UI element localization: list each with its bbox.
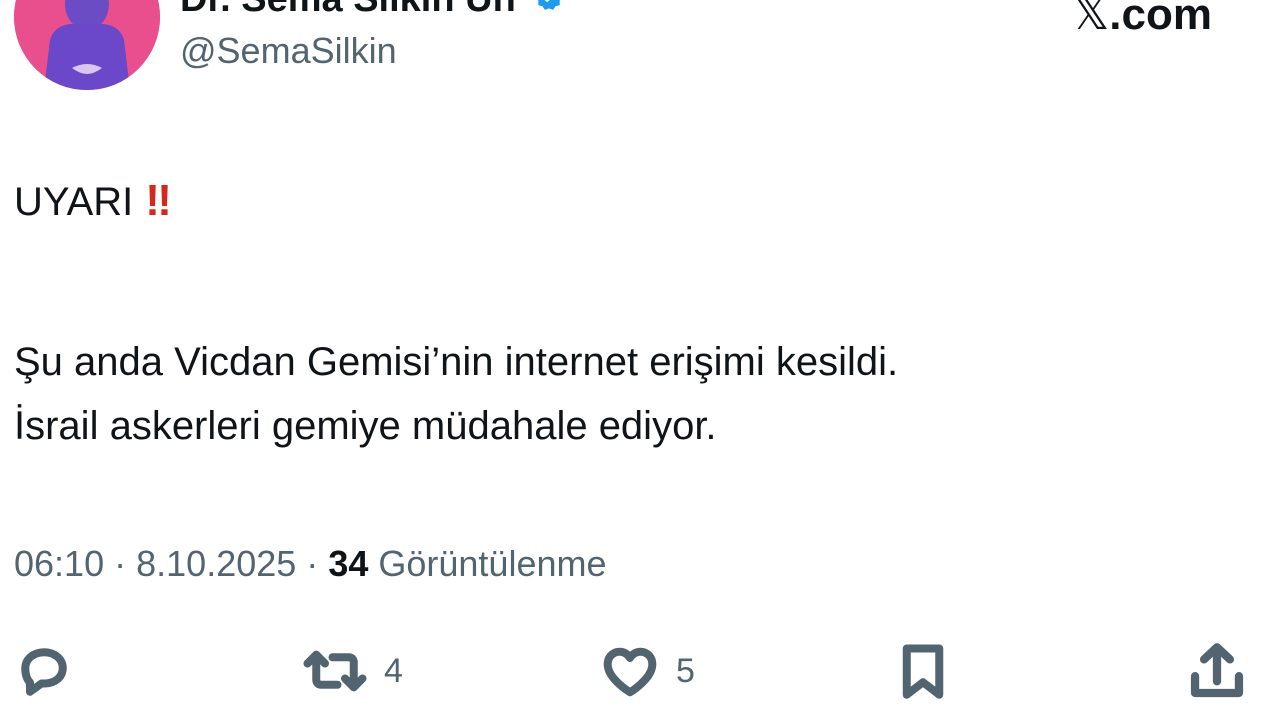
bookmark-icon — [902, 644, 944, 699]
tweet-warning-line: UYARI ‼ — [14, 176, 172, 226]
x-com-brand: 𝕏.com — [1072, 0, 1212, 40]
views-label: Görüntülenme — [378, 543, 607, 584]
verified-badge-icon — [532, 0, 566, 23]
share-icon — [1190, 643, 1244, 698]
tweet-text: Şu anda Vicdan Gemisi’nin internet erişi… — [14, 330, 1264, 458]
retweet-count: 4 — [384, 651, 403, 690]
author-handle[interactable]: @SemaSilkin — [180, 30, 397, 72]
double-exclamation-icon: ‼ — [145, 176, 172, 225]
tweet-meta: 06:10 · 8.10.2025 · 34 Görüntülenme — [14, 543, 607, 585]
tweet-time[interactable]: 06:10 — [14, 543, 104, 584]
bookmark-button[interactable] — [893, 636, 953, 706]
tweet-card: Dr. Sema Silkin Un @SemaSilkin 𝕏.com UYA… — [0, 0, 1280, 720]
warning-text: UYARI — [14, 180, 134, 224]
avatar[interactable] — [14, 0, 160, 90]
views-count: 34 — [328, 543, 369, 584]
author-name-text[interactable]: Dr. Sema Silkin Un — [180, 0, 516, 20]
retweet-button[interactable]: 4 — [300, 636, 403, 706]
like-button[interactable]: 5 — [598, 636, 695, 706]
retweet-icon — [303, 650, 367, 692]
author-display-name[interactable]: Dr. Sema Silkin Un — [180, 0, 566, 23]
tweet-action-bar: 4 5 — [0, 636, 1280, 706]
tweet-text-line: İsrail askerleri gemiye müdahale ediyor. — [14, 404, 717, 448]
meta-separator: · — [114, 543, 127, 584]
like-count: 5 — [676, 651, 695, 690]
heart-icon — [603, 647, 657, 697]
share-button[interactable] — [1186, 636, 1248, 706]
x-logo-icon: 𝕏 — [1072, 0, 1110, 39]
reply-button[interactable] — [14, 636, 74, 706]
tweet-date[interactable]: 8.10.2025 — [136, 543, 296, 584]
meta-separator: · — [306, 543, 319, 584]
brand-suffix: .com — [1109, 0, 1212, 39]
reply-icon — [21, 648, 67, 696]
tweet-text-line: Şu anda Vicdan Gemisi’nin internet erişi… — [14, 340, 899, 384]
